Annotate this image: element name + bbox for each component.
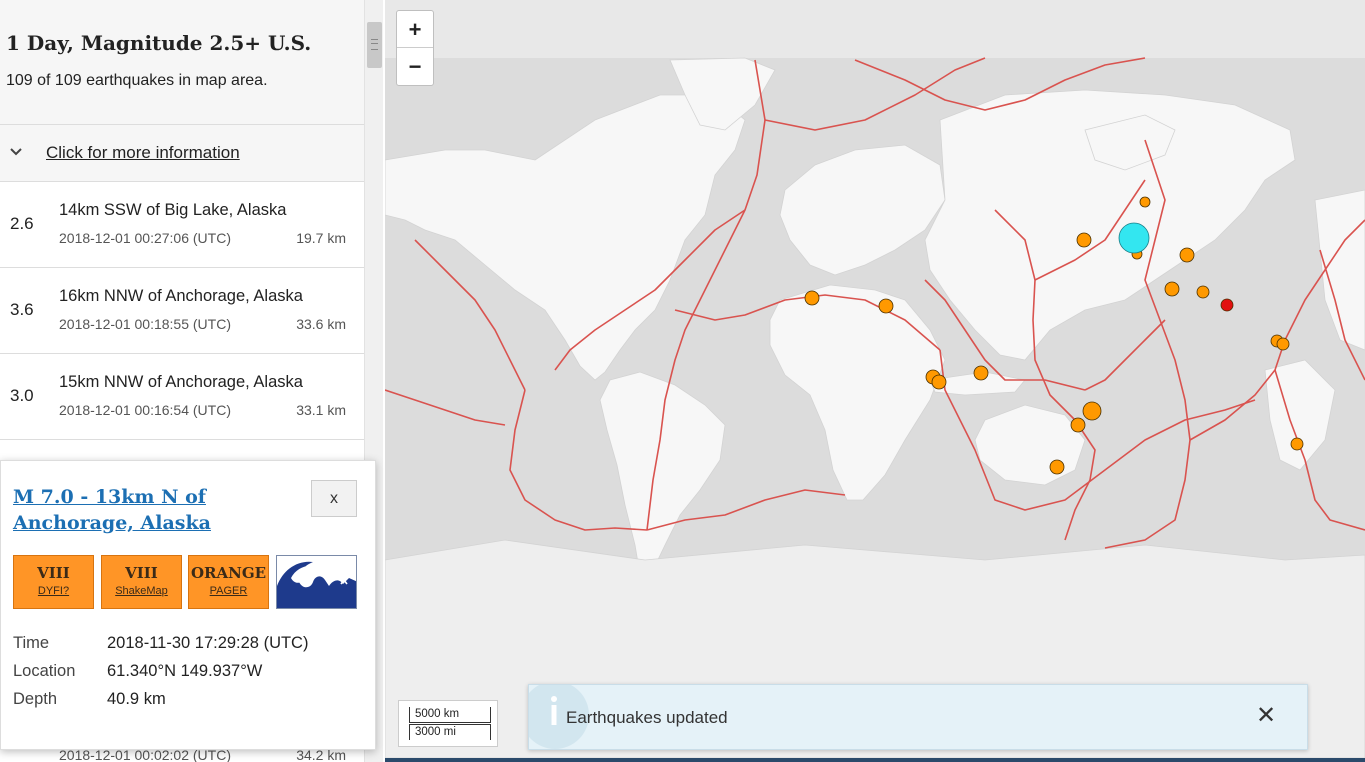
pager-label: PAGER [209,585,248,597]
shakemap-label: ShakeMap [115,585,168,597]
list-header: 1 Day, Magnitude 2.5+ U.S. 109 of 109 ea… [0,0,364,125]
feed-title: 1 Day, Magnitude 2.5+ U.S. [6,31,312,55]
zoom-control: + − [396,10,434,86]
eq-depth: 19.7 km [296,230,346,246]
bottom-border [385,758,1365,762]
earthquake-marker[interactable] [1276,337,1290,351]
earthquake-marker[interactable] [1076,232,1092,248]
feed-count: 109 of 109 earthquakes in map area. [6,72,268,89]
shakemap-level: VIII [125,564,158,582]
shakemap-button[interactable]: VIII ShakeMap [101,555,182,609]
earthquake-marker[interactable] [1049,459,1065,475]
eq-magnitude: 2.6 [10,214,34,233]
earthquake-marker[interactable] [1290,437,1304,451]
earthquake-marker[interactable] [1070,417,1086,433]
list-item[interactable]: 3.0 15km NNW of Anchorage, Alaska 2018-1… [0,354,364,440]
close-popup-button[interactable]: x [311,480,357,517]
earthquake-marker[interactable] [1082,401,1102,421]
zoom-out-button[interactable]: − [397,48,433,85]
close-toast-button[interactable]: ✕ [1256,704,1276,728]
eq-magnitude: 3.0 [10,386,34,405]
event-title-link[interactable]: M 7.0 - 13km N of Anchorage, Alaska [13,484,283,536]
depth-label: Depth [13,690,58,708]
earthquake-marker[interactable] [931,374,947,390]
notification-toast: Earthquakes updated ✕ [528,684,1308,750]
earthquake-marker[interactable] [878,298,894,314]
eq-time: 2018-12-01 00:27:06 (UTC) [59,230,231,246]
earthquake-marker[interactable] [1196,285,1210,299]
pager-level: ORANGE [190,564,267,582]
location-value: 61.340°N 149.937°W [107,662,263,680]
time-label: Time [13,634,50,652]
eq-time: 2018-12-01 00:18:55 (UTC) [59,316,231,332]
earthquake-marker[interactable] [1164,281,1180,297]
list-item[interactable]: 3.6 16km NNW of Anchorage, Alaska 2018-1… [0,268,364,354]
earthquake-marker-recent[interactable] [1220,298,1234,312]
more-info-toggle[interactable]: Click for more information [0,125,364,182]
eq-depth: 33.6 km [296,316,346,332]
earthquake-marker[interactable] [1139,196,1151,208]
scrollbar-thumb[interactable] [367,22,382,68]
scale-mi: 3000 mi [409,724,491,740]
zoom-in-button[interactable]: + [397,11,433,48]
earthquake-detail-popup: M 7.0 - 13km N of Anchorage, Alaska x VI… [0,460,376,750]
world-map [385,0,1365,758]
eq-place: 16km NNW of Anchorage, Alaska [59,287,303,305]
earthquake-marker[interactable] [804,290,820,306]
depth-value: 40.9 km [107,690,166,708]
earthquake-marker-selected[interactable] [1118,222,1150,254]
pager-button[interactable]: ORANGE PAGER [188,555,269,609]
more-info-link[interactable]: Click for more information [46,143,240,163]
location-label: Location [13,662,76,680]
eq-place: 15km NNW of Anchorage, Alaska [59,373,303,391]
eq-magnitude: 3.6 [10,300,34,319]
tsunami-wave-icon[interactable] [276,555,357,609]
list-item[interactable]: 2.6 14km SSW of Big Lake, Alaska 2018-12… [0,182,364,268]
dyfi-button[interactable]: VIII DYFI? [13,555,94,609]
eq-depth: 33.1 km [296,402,346,418]
eq-time: 2018-12-01 00:16:54 (UTC) [59,402,231,418]
dyfi-level: VIII [37,564,70,582]
earthquake-marker[interactable] [1179,247,1195,263]
dyfi-label: DYFI? [37,585,70,597]
earthquake-marker[interactable] [973,365,989,381]
chevron-down-icon [9,144,23,160]
eq-place: 14km SSW of Big Lake, Alaska [59,201,287,219]
toast-message: Earthquakes updated [566,708,728,727]
time-value: 2018-11-30 17:29:28 (UTC) [107,634,309,652]
earthquake-map[interactable]: + − 5000 km 3000 mi Earthquakes updated … [385,0,1365,758]
scale-km: 5000 km [409,707,491,723]
map-scale: 5000 km 3000 mi [398,700,498,747]
